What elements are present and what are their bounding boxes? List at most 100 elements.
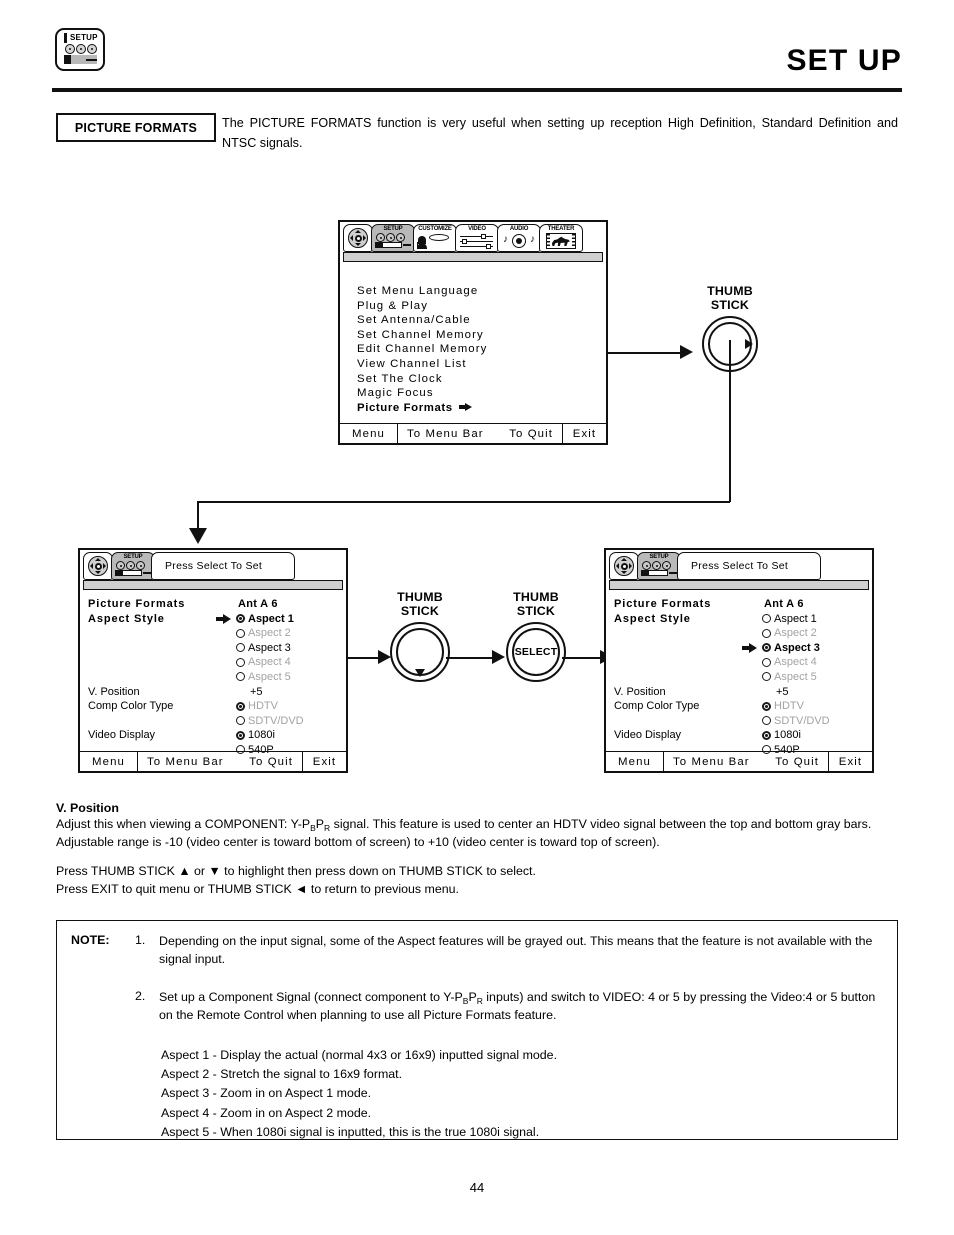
aspect-option-5-label: Aspect 5 [774, 670, 817, 683]
aspect-option-3[interactable]: Aspect 3 [236, 642, 291, 654]
tab-setup[interactable]: SETUP [637, 552, 681, 580]
aspect-description-5: Aspect 5 - When 1080i signal is inputted… [161, 1124, 540, 1139]
comp-color-option-sdtv[interactable]: SDTV/DVD [762, 715, 830, 727]
tab-navigation[interactable] [343, 224, 373, 252]
press-select-hint-right: Press Select To Set [677, 552, 821, 580]
tab-theater-label: THEATER [547, 226, 575, 232]
osd-bottom-bar: Menu To Menu Bar To Quit Exit [80, 751, 346, 771]
video-display-1080i-label: 1080i [248, 729, 275, 742]
thumb-stick-mid-left-line1: THUMB [397, 590, 443, 604]
osd-tab-row: SETUP CUSTOMIZE VIDEO AUDIO ♪ ♪ THEATER [343, 224, 583, 254]
video-display-option-1080i[interactable]: 1080i [236, 729, 275, 741]
aspect-option-4[interactable]: Aspect 4 [762, 656, 817, 668]
thumb-stick-mid-left-ring[interactable] [390, 622, 450, 682]
aspect-option-5[interactable]: Aspect 5 [236, 671, 291, 683]
video-display-option-1080i[interactable]: 1080i [762, 729, 801, 741]
radio-icon [236, 716, 245, 726]
radio-icon [762, 716, 771, 726]
radio-icon [762, 657, 771, 667]
v-position-para-part1: Adjust this when viewing a COMPONENT: Y-… [56, 817, 311, 831]
osd-bottom-bar: Menu To Menu Bar To Quit Exit [340, 423, 606, 443]
aspect-option-5[interactable]: Aspect 5 [762, 671, 817, 683]
menu-item-set-the-clock[interactable]: Set The Clock [357, 372, 487, 387]
osd-menu-bar: SETUP Press Select To Set [606, 550, 872, 590]
connector-arrowhead [189, 528, 207, 544]
menu-item-magic-focus[interactable]: Magic Focus [357, 386, 487, 401]
menu-item-set-menu-language[interactable]: Set Menu Language [357, 284, 487, 299]
tab-setup[interactable]: SETUP [111, 552, 155, 580]
bottom-bar-to-quit[interactable]: To Quit [509, 424, 562, 443]
menu-item-set-antenna-cable[interactable]: Set Antenna/Cable [357, 313, 487, 328]
tab-customize[interactable]: CUSTOMIZE [413, 224, 457, 252]
setup-icon-label: SETUP [70, 33, 98, 42]
aspect-option-4-label: Aspect 4 [774, 656, 817, 669]
tab-navigation[interactable] [609, 552, 639, 580]
osd-gray-band [343, 252, 603, 262]
bottom-bar-to-menu-bar[interactable]: To Menu Bar [138, 752, 249, 771]
thumb-stick-mid-right[interactable]: THUMB STICK SELECT [494, 590, 578, 682]
intro-paragraph: The PICTURE FORMATS function is very use… [222, 116, 898, 150]
down-arrow-icon [415, 669, 425, 677]
thumb-stick-mid-right-ring[interactable]: SELECT [506, 622, 566, 682]
customize-person-icon [417, 233, 453, 249]
thumb-stick-top-line2: STICK [710, 298, 750, 312]
aspect-descriptions-list: Aspect 1 - Display the actual (normal 4x… [161, 1046, 557, 1142]
bottom-bar-to-quit[interactable]: To Quit [249, 752, 302, 771]
thumb-stick-mid-left[interactable]: THUMB STICK [378, 590, 462, 682]
menu-item-picture-formats[interactable]: Picture Formats [357, 401, 487, 416]
comp-color-option-hdtv[interactable]: HDTV [236, 700, 278, 712]
icon-tick-mark [64, 33, 67, 43]
v-position-value: +5 [776, 685, 789, 698]
aspect-description-2: Aspect 2 - Stretch the signal to 16x9 fo… [161, 1067, 403, 1082]
osd-gray-band [609, 580, 869, 590]
tab-setup[interactable]: SETUP [371, 224, 415, 252]
comp-color-sdtv-label: SDTV/DVD [248, 714, 304, 727]
bottom-bar-menu[interactable]: Menu [340, 424, 398, 443]
osd-tab-row: SETUP Press Select To Set [83, 552, 345, 582]
aspect-option-1[interactable]: Aspect 1 [236, 613, 294, 625]
tab-video[interactable]: VIDEO [455, 224, 499, 252]
video-display-label: Video Display [88, 729, 156, 742]
bottom-bar-exit[interactable]: Exit [828, 752, 872, 771]
aspect-option-1[interactable]: Aspect 1 [762, 613, 817, 625]
aspect-option-2[interactable]: Aspect 2 [236, 627, 291, 639]
picture-formats-badge: PICTURE FORMATS [56, 113, 216, 142]
bottom-bar-to-menu-bar[interactable]: To Menu Bar [664, 752, 775, 771]
bottom-bar-menu[interactable]: Menu [606, 752, 664, 771]
bottom-bar-exit[interactable]: Exit [302, 752, 346, 771]
tab-navigation[interactable] [83, 552, 113, 580]
osd-tab-row: SETUP Press Select To Set [609, 552, 871, 582]
radio-icon [762, 730, 771, 740]
osd-bottom-bar: Menu To Menu Bar To Quit Exit [606, 751, 872, 771]
menu-item-set-channel-memory[interactable]: Set Channel Memory [357, 328, 487, 343]
navigation-pad-icon [88, 556, 108, 576]
pf-title-row: Picture Formats Ant A 6 [614, 598, 866, 613]
menu-item-edit-channel-memory[interactable]: Edit Channel Memory [357, 342, 487, 357]
comp-color-option-sdtv[interactable]: SDTV/DVD [236, 715, 304, 727]
camera-lens-line [86, 59, 97, 61]
select-button-label: SELECT [514, 646, 558, 658]
bottom-bar-exit[interactable]: Exit [562, 424, 606, 443]
audio-speaker-icon: ♪ ♪ [501, 233, 537, 249]
v-position-value: +5 [250, 685, 263, 698]
bottom-bar-to-menu-bar[interactable]: To Menu Bar [398, 424, 509, 443]
note-label: NOTE: [71, 933, 110, 947]
bottom-bar-to-quit[interactable]: To Quit [775, 752, 828, 771]
tab-audio[interactable]: AUDIO ♪ ♪ [497, 224, 541, 252]
tv-screen-picture-formats-left: SETUP Press Select To Set Picture Format… [78, 548, 348, 773]
aspect-description-1: Aspect 1 - Display the actual (normal 4x… [161, 1048, 558, 1062]
connector-line [197, 501, 730, 503]
comp-color-option-hdtv[interactable]: HDTV [762, 700, 804, 712]
connector-line [608, 352, 682, 354]
menu-item-view-channel-list[interactable]: View Channel List [357, 357, 487, 372]
bottom-bar-menu[interactable]: Menu [80, 752, 138, 771]
aspect-option-2[interactable]: Aspect 2 [762, 627, 817, 639]
aspect-option-3[interactable]: Aspect 3 [762, 642, 820, 654]
menu-item-plug-and-play[interactable]: Plug & Play [357, 299, 487, 314]
page-number: 44 [469, 1180, 485, 1195]
thumb-stick-mid-left-line2: STICK [400, 604, 440, 618]
tab-theater[interactable]: THEATER [539, 224, 583, 252]
header-divider [52, 88, 902, 92]
aspect-description-3: Aspect 3 - Zoom in on Aspect 1 mode. [161, 1086, 372, 1101]
aspect-option-4[interactable]: Aspect 4 [236, 656, 291, 668]
